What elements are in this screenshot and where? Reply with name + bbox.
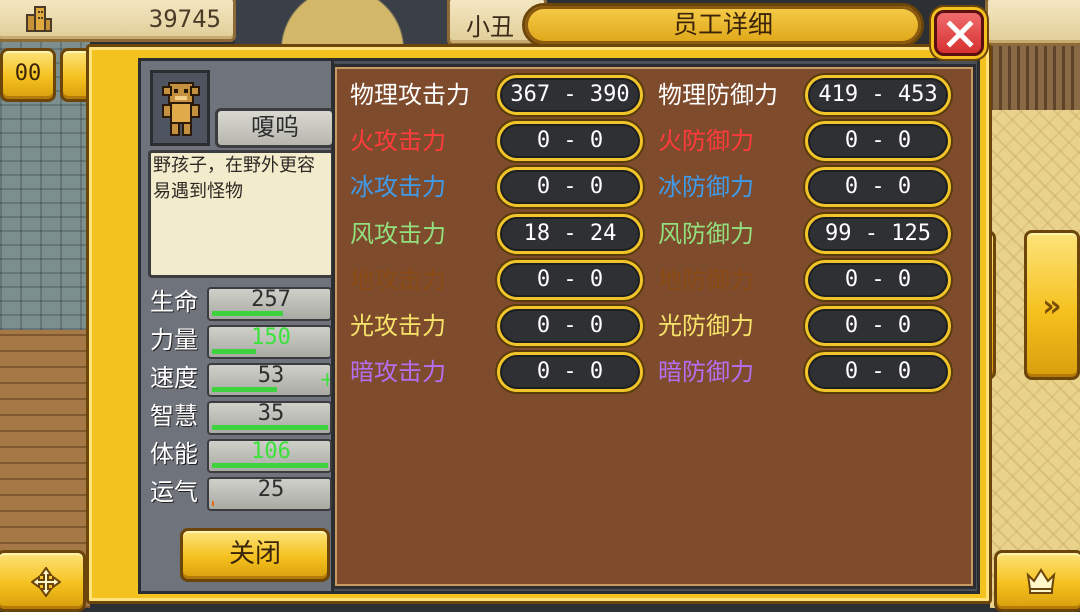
- defense-label: 暗防御力: [658, 358, 754, 386]
- stat-value: 257: [251, 287, 291, 312]
- dpad-button[interactable]: [0, 550, 86, 612]
- stat-label: 智慧: [150, 402, 198, 430]
- attack-label: 火攻击力: [350, 127, 446, 155]
- stat-label: 力量: [150, 326, 198, 354]
- attack-label: 物理攻击力: [350, 81, 470, 109]
- next-employee-button[interactable]: »: [1024, 230, 1080, 380]
- map-sky-top: [235, 0, 450, 45]
- money-value: 39745: [148, 5, 221, 33]
- attack-label: 光攻击力: [350, 312, 446, 340]
- dialog-title: 员工详细: [672, 10, 773, 39]
- stat-label: 运气: [150, 478, 198, 506]
- attack-label: 冰攻击力: [350, 173, 446, 201]
- attack-value: 18 - 24: [497, 214, 643, 254]
- defense-label: 火防御力: [658, 127, 754, 155]
- defense-value: 99 - 125: [805, 214, 951, 254]
- stat-bar: [212, 311, 283, 316]
- toggle-button-label: 00: [14, 61, 42, 86]
- close-dialog-button[interactable]: 关闭: [180, 528, 330, 582]
- stat-bar: [212, 349, 256, 354]
- stat-value: 150: [251, 325, 291, 350]
- stat-bar: [212, 501, 214, 506]
- employee-description-text: 野孩子，在野外更容易遇到怪物: [153, 155, 315, 202]
- stat-value: 25: [257, 477, 285, 502]
- defense-value: 0 - 0: [805, 306, 951, 346]
- stat-bonus-plus: +: [319, 367, 330, 391]
- defense-label: 光防御力: [658, 312, 754, 340]
- attack-label: 暗攻击力: [350, 358, 446, 386]
- defense-label: 地防御力: [658, 266, 754, 294]
- map-hut-right: [990, 40, 1080, 110]
- close-x-icon: [946, 20, 974, 48]
- stat-bar: [212, 425, 328, 430]
- stat-value-box: 150: [207, 325, 332, 359]
- defense-label: 冰防御力: [658, 173, 754, 201]
- defense-value: 0 - 0: [805, 260, 951, 300]
- employee-tab-label: 小丑: [466, 13, 514, 41]
- close-button[interactable]: [934, 10, 984, 56]
- attack-value: 0 - 0: [497, 306, 643, 346]
- defense-value: 0 - 0: [805, 352, 951, 392]
- defense-value: 0 - 0: [805, 167, 951, 207]
- attack-value: 0 - 0: [497, 167, 643, 207]
- stat-value: 35: [257, 401, 285, 426]
- defense-value: 419 - 453: [805, 75, 951, 115]
- dialog-title-bar: 员工详细: [522, 3, 924, 47]
- crown-button[interactable]: [994, 550, 1080, 612]
- stat-value: 106: [251, 439, 291, 464]
- employee-name: 嗄呜: [215, 108, 335, 148]
- money-bar: 39745: [0, 0, 236, 42]
- defense-value: 0 - 0: [805, 121, 951, 161]
- crown-icon: [1025, 567, 1057, 599]
- stat-label: 速度: [150, 364, 198, 392]
- stat-label: 生命: [150, 288, 198, 316]
- defense-label: 物理防御力: [658, 81, 778, 109]
- attack-value: 0 - 0: [497, 121, 643, 161]
- dpad-icon: [30, 566, 62, 601]
- monkey-character-sprite: [162, 82, 200, 136]
- employee-description: 野孩子，在野外更容易遇到怪物: [148, 150, 334, 278]
- stat-value-box: 35: [207, 401, 332, 435]
- stat-value-box: 106: [207, 439, 332, 473]
- building-icon: [25, 5, 53, 33]
- double-chevron-right-icon: »: [1042, 289, 1062, 324]
- attack-value: 0 - 0: [497, 352, 643, 392]
- stat-bar: [212, 463, 328, 468]
- defense-label: 风防御力: [658, 220, 754, 248]
- attack-label: 风攻击力: [350, 220, 446, 248]
- toggle-button[interactable]: 00: [0, 48, 56, 102]
- attack-value: 367 - 390: [497, 75, 643, 115]
- stat-value: 53: [257, 363, 285, 388]
- top-right-bar: [985, 0, 1080, 46]
- stat-value-box: 53 +: [207, 363, 332, 397]
- employee-portrait: [150, 70, 210, 146]
- attack-label: 地攻击力: [350, 266, 446, 294]
- stat-value-box: 257: [207, 287, 332, 321]
- stat-value-box: 25: [207, 477, 332, 511]
- attack-value: 0 - 0: [497, 260, 643, 300]
- stat-bar: [212, 387, 277, 392]
- stat-label: 体能: [150, 440, 198, 468]
